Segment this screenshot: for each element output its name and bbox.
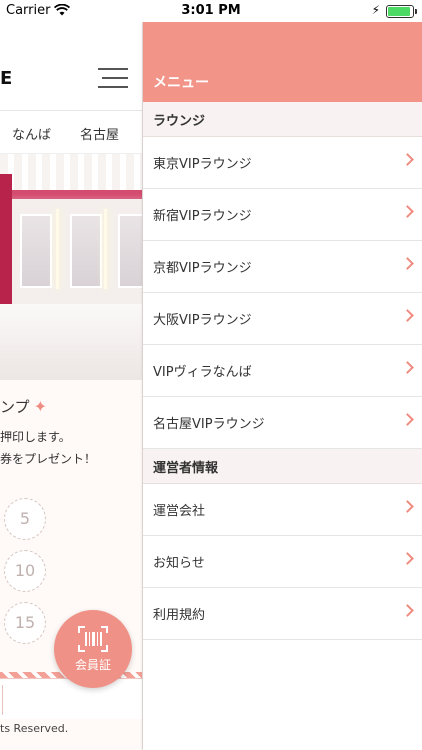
section-heading: 運営者情報 (153, 461, 219, 476)
menu-item-nagoya[interactable]: 名古屋VIPラウンジ (143, 397, 422, 449)
member-card-label: 会員証 (74, 658, 111, 672)
lounge-photo (0, 154, 142, 380)
menu-item-label: 新宿VIPラウンジ (153, 209, 252, 224)
menu-item-osaka[interactable]: 大阪VIPラウンジ (143, 293, 422, 345)
logo-fragment: E (0, 68, 14, 89)
sparkle-icon: ✦ (33, 397, 47, 416)
chevron-right-icon (401, 552, 414, 565)
drawer-title: メニュー (153, 75, 209, 91)
menu-item-news[interactable]: お知らせ (143, 536, 422, 588)
menu-item-shinjuku[interactable]: 新宿VIPラウンジ (143, 189, 422, 241)
barcode-icon (78, 626, 108, 652)
side-drawer: メニュー ラウンジ 東京VIPラウンジ 新宿VIPラウンジ 京都VIPラウンジ … (143, 22, 422, 750)
menu-item-tokyo[interactable]: 東京VIPラウンジ (143, 137, 422, 189)
chevron-right-icon (401, 413, 414, 426)
footer-box (0, 678, 142, 719)
menu-item-label: 大阪VIPラウンジ (153, 313, 252, 328)
menu-item-label: 京都VIPラウンジ (153, 261, 252, 276)
battery-icon (386, 5, 417, 18)
drawer-header: メニュー (143, 22, 422, 102)
member-card-button[interactable]: 会員証 (54, 610, 132, 688)
tab-nagoya[interactable]: 名古屋 (80, 124, 119, 143)
menu-item-label: VIPヴィラなんば (153, 365, 252, 380)
menu-item-label: お知らせ (153, 556, 205, 571)
stamp-card: ンプ ✦ 押印します。 券をプレゼント！ 5 10 15 ts Reserved. (0, 380, 142, 750)
stamp-slot: 5 (4, 498, 46, 540)
location-tabs: なんば 名古屋 (0, 111, 142, 154)
chevron-right-icon (401, 205, 414, 218)
menu-item-label: 運営会社 (153, 504, 206, 519)
menu-item-label: 名古屋VIPラウンジ (153, 417, 265, 432)
menu-item-label: 利用規約 (153, 608, 206, 623)
section-header-lounge: ラウンジ (143, 102, 422, 137)
tab-namba[interactable]: なんば (12, 124, 51, 143)
menu-item-company[interactable]: 運営会社 (143, 484, 422, 536)
section-header-operator: 運営者情報 (143, 449, 422, 484)
chevron-right-icon (401, 257, 414, 270)
stamp-slot: 15 (4, 602, 46, 644)
menu-item-namba-villa[interactable]: VIPヴィラなんば (143, 345, 422, 397)
status-bar: Carrier 3:01 PM ⚡ (0, 0, 422, 22)
chevron-right-icon (401, 309, 414, 322)
chevron-right-icon (401, 500, 414, 513)
app-header: E (0, 22, 142, 111)
stamp-description: 券をプレゼント！ (0, 452, 97, 466)
hamburger-menu-icon[interactable] (98, 68, 128, 88)
stamp-description: 押印します。 (0, 430, 71, 444)
menu-item-terms[interactable]: 利用規約 (143, 588, 422, 640)
stamp-slot: 10 (4, 550, 46, 592)
chevron-right-icon (401, 361, 414, 374)
stamp-title: ンプ ✦ (0, 397, 47, 416)
chevron-right-icon (401, 604, 414, 617)
menu-item-label: 東京VIPラウンジ (153, 157, 252, 172)
section-heading: ラウンジ (153, 114, 206, 129)
charging-icon: ⚡ (371, 3, 380, 17)
chevron-right-icon (401, 153, 414, 166)
menu-item-kyoto[interactable]: 京都VIPラウンジ (143, 241, 422, 293)
copyright-text: ts Reserved. (0, 722, 69, 735)
clock: 3:01 PM (181, 3, 241, 18)
